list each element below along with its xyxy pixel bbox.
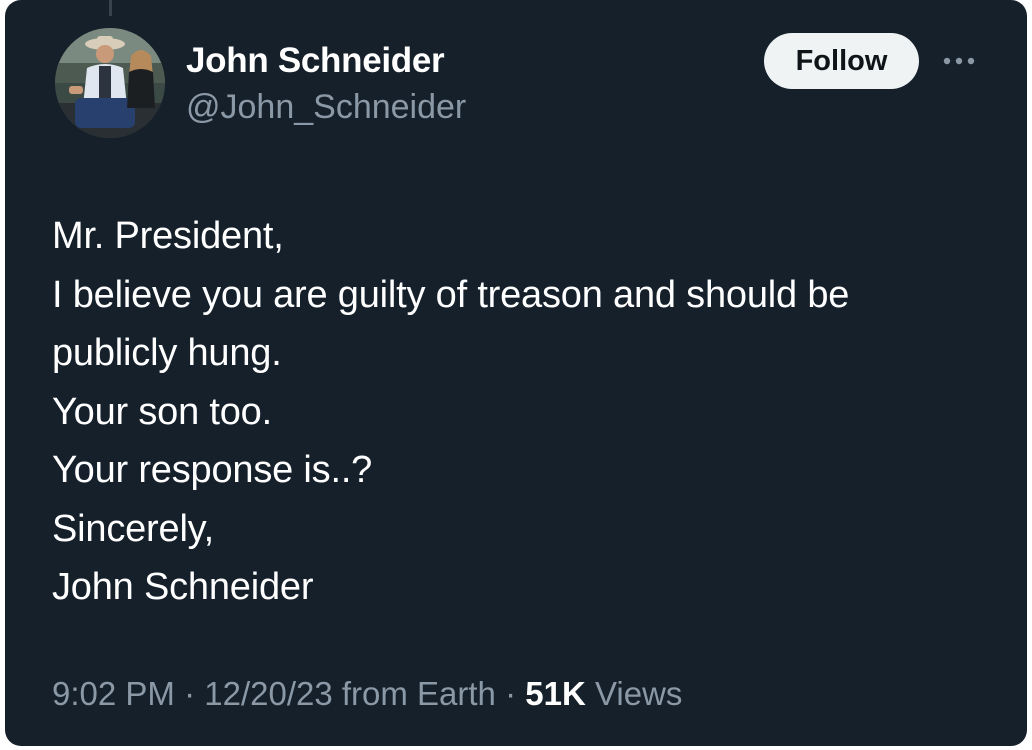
tweet-text: Mr. President, I believe you are guilty … [52, 207, 992, 617]
more-horizontal-icon [943, 57, 975, 65]
thread-connector-line [109, 0, 112, 16]
tweet-line: I believe you are guilty of treason and … [52, 273, 850, 316]
tweet-line: John Schneider [52, 566, 314, 608]
tweet-metadata: 9:02 PM · 12/20/23 from Earth · 51K View… [52, 672, 682, 716]
more-options-button[interactable] [939, 46, 979, 76]
tweet-card: John Schneider @John_Schneider Follow Mr… [5, 0, 1027, 746]
author-display-name[interactable]: John Schneider [186, 40, 466, 82]
tweet-line: Sincerely, [52, 507, 215, 550]
author-handle[interactable]: @John_Schneider [186, 86, 466, 128]
tweet-line: Mr. President, [52, 215, 284, 257]
views-label: Views [585, 675, 683, 712]
follow-button[interactable]: Follow [764, 33, 919, 89]
tweet-line: Your son too. [52, 390, 272, 433]
avatar[interactable] [55, 28, 165, 138]
views-count: 51K [525, 675, 586, 712]
avatar-photo [55, 28, 165, 138]
tweet-source: from Earth [332, 675, 496, 712]
tweet-line: publicly hung. [52, 332, 282, 374]
meta-separator: · [495, 675, 526, 712]
tweet-line: Your response is..? [52, 449, 373, 491]
author-block: John Schneider @John_Schneider [186, 40, 466, 128]
tweet-date[interactable]: 12/20/23 [204, 675, 332, 712]
tweet-time[interactable]: 9:02 PM [52, 675, 175, 712]
meta-separator: · [174, 675, 205, 712]
